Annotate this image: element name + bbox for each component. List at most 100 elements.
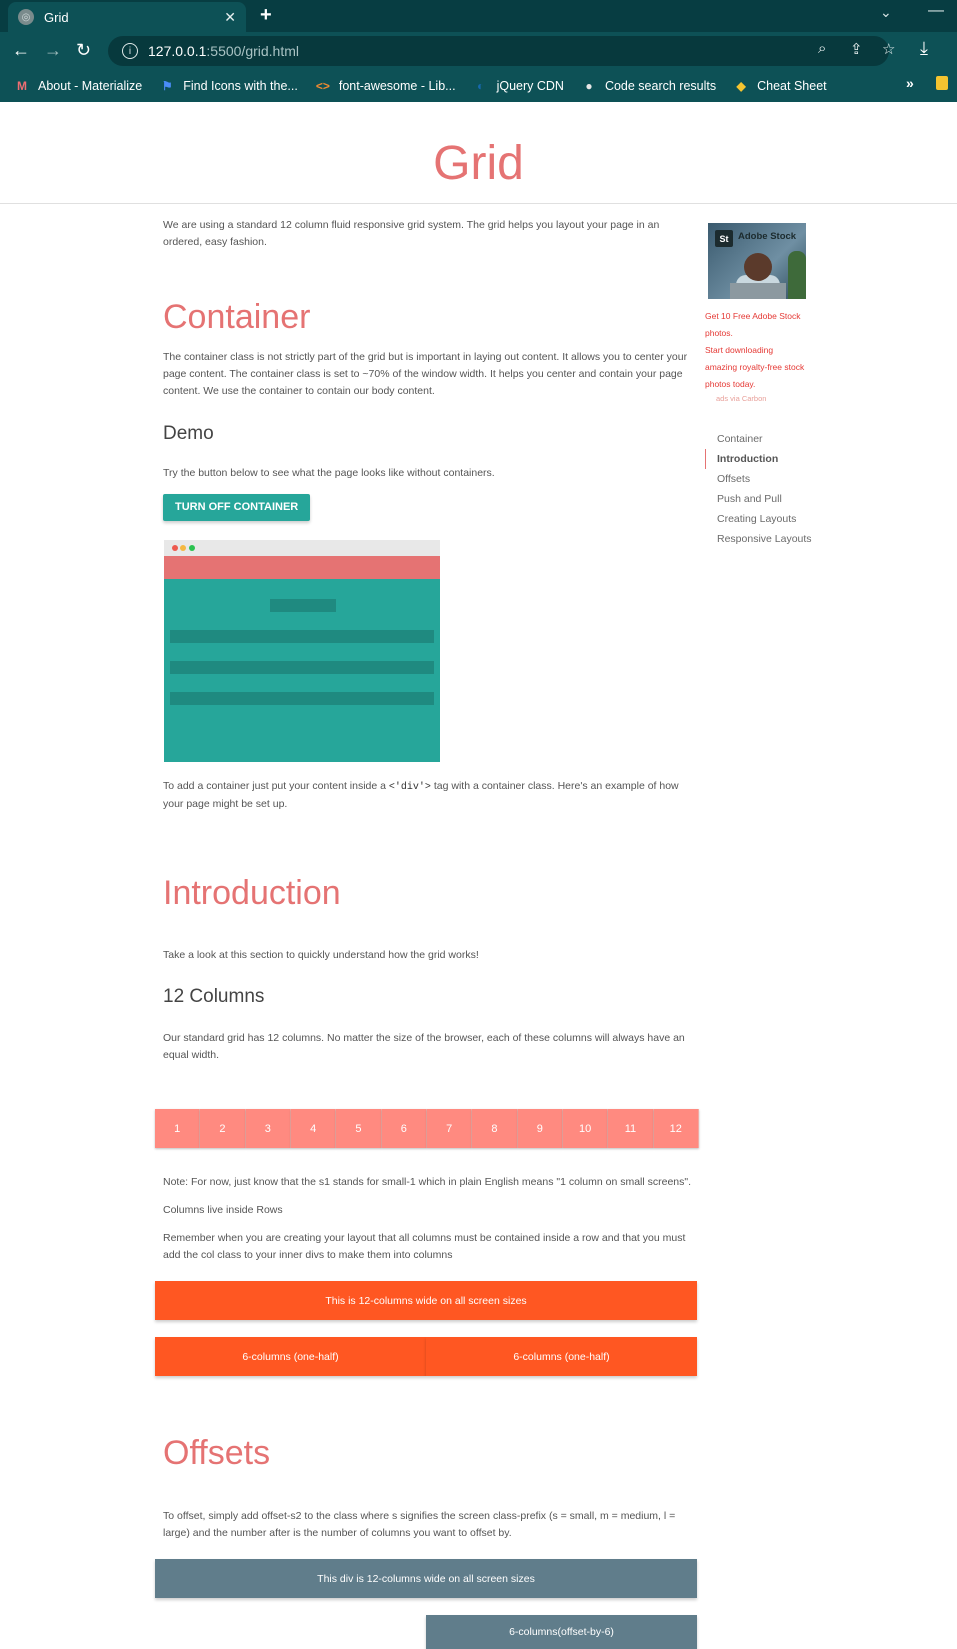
toc-item-offsets[interactable]: Offsets [705,469,812,489]
ad-line: amazing royalty-free stock [705,362,805,372]
ad-text[interactable]: Get 10 Free Adobe Stock photos. Start do… [705,308,817,393]
minimize-icon[interactable]: — [928,2,944,20]
materialize-icon: M [17,79,27,93]
window-dot-red [172,545,178,551]
rows-text: Remember when you are creating your layo… [163,1232,686,1261]
new-tab-button[interactable]: + [260,4,272,27]
toc-item-container[interactable]: Container [705,429,812,449]
star-icon[interactable]: ☆ [882,40,895,58]
rows-title: Columns live inside Rows [163,1204,283,1216]
container-heading: Container [163,298,311,336]
toc-item-push-pull[interactable]: Push and Pull [705,489,812,509]
adobe-stock-logo: St [715,230,733,247]
browser-chrome: ◎ Grid ✕ + ⌄ — ← → ↻ i 127.0.0.1:5500/gr… [0,0,957,102]
layout-illustration [164,540,440,762]
illustration-window-bar [164,540,440,556]
illustration-row [170,692,434,705]
more-bookmarks-icon[interactable]: » [906,75,914,91]
toc-item-introduction[interactable]: Introduction [705,449,812,469]
ad-line: Get 10 Free Adobe Stock [705,311,801,321]
jquery-icon: ◐ [476,79,485,93]
twelve-columns-heading: 12 Columns [163,986,265,1007]
half-column-right: 6-columns (one-half) [426,1337,697,1376]
grid-column: 6 [381,1109,427,1148]
tab-title: Grid [44,9,69,25]
grid-column: 8 [472,1109,518,1148]
bookmark-label: font-awesome - Lib... [338,79,456,93]
ad-line: photos today. [705,379,756,389]
bookmark-label: Cheat Sheet [757,79,827,93]
bookmark-materialize[interactable]: M About - Materialize [14,78,142,94]
code-icon: <> [315,79,330,93]
address-bar[interactable]: i 127.0.0.1:5500/grid.html [108,36,889,66]
tab-strip: ◎ Grid ✕ + ⌄ — [0,0,957,32]
offset-half-column: 6-columns(offset-by-6) [426,1615,697,1649]
bookmark-label: jQuery CDN [496,79,564,93]
close-icon[interactable]: ✕ [224,9,236,26]
window-dot-yellow [180,545,186,551]
globe-icon: ◎ [18,9,34,25]
turn-off-container-button[interactable]: TURN OFF CONTAINER [163,494,311,521]
ad-line: photos. [705,328,733,338]
grid-column: 5 [336,1109,382,1148]
bookmarks-bar: M About - Materialize ⚑ Find Icons with … [0,70,957,102]
reload-icon[interactable]: ↻ [76,40,91,60]
container-text: The container class is not strictly part… [163,351,688,397]
zoom-icon[interactable]: ⌕ [818,40,826,57]
toc-item-creating-layouts[interactable]: Creating Layouts [705,509,812,529]
introduction-heading: Introduction [163,874,341,912]
bookmark-font-awesome[interactable]: <> font-awesome - Lib... [315,78,456,94]
ad-line: Start downloading [705,345,774,355]
illustration-row [170,661,434,674]
share-icon[interactable]: ⇪ [850,40,863,58]
window-dot-green [189,545,195,551]
grid-column: 11 [608,1109,654,1148]
folder-icon[interactable] [936,76,948,90]
illustration-row [170,630,434,643]
grid-column: 7 [426,1109,473,1148]
grid-column: 10 [562,1109,609,1148]
url-host: 127.0.0.1 [148,43,207,59]
bookmark-code-search[interactable]: ● Code search results [581,78,716,94]
tab-grid[interactable]: ◎ Grid ✕ [8,2,246,32]
cheat-sheet-icon: ◆ [736,79,746,93]
plant-shape [788,251,806,299]
bookmark-jquery[interactable]: ◐ jQuery CDN [473,78,564,94]
info-icon[interactable]: i [122,43,138,59]
toc-item-responsive-layouts[interactable]: Responsive Layouts [705,529,812,549]
twelve-column-grid: 1 2 3 4 5 6 7 8 9 10 11 12 [155,1109,699,1148]
bookmark-label: Find Icons with the... [183,79,298,93]
div-code: <'div'> [388,782,431,793]
page-title: Grid [433,137,524,190]
half-column-left: 6-columns (one-half) [155,1337,426,1376]
grid-column: 2 [200,1109,246,1148]
demo-heading: Demo [163,423,214,444]
offset-full-column: This div is 12-columns wide on all scree… [155,1559,697,1598]
forward-icon[interactable]: → [44,40,62,60]
grid-column: 12 [653,1109,699,1148]
back-icon[interactable]: ← [12,40,30,60]
full-width-column: This is 12-columns wide on all screen si… [155,1281,697,1320]
github-icon: ● [585,79,593,93]
chevron-down-icon[interactable]: ⌄ [880,4,892,21]
offsets-text: To offset, simply add offset-s2 to the c… [163,1510,676,1539]
grid-column: 9 [517,1109,563,1148]
person-head-shape [744,253,772,281]
toolbar: ← → ↻ i 127.0.0.1:5500/grid.html ⌕ ⇪ ☆ [0,32,957,70]
demo-text: Try the button below to see what the pag… [163,467,495,479]
grid-column: 1 [155,1109,201,1148]
twelve-columns-text: Our standard grid has 12 columns. No mat… [163,1032,685,1061]
introduction-text: Take a look at this section to quickly u… [163,949,479,961]
adobe-stock-brand: Adobe Stock [738,231,797,242]
flag-icon: ⚑ [161,79,173,93]
container-usage-text: To add a container just put your content… [163,780,679,810]
ad-image[interactable]: St Adobe Stock [708,223,806,299]
illustration-navbar [164,556,440,579]
ad-via-link[interactable]: ads via Carbon [716,394,766,403]
bookmark-find-icons[interactable]: ⚑ Find Icons with the... [159,78,298,94]
download-icon[interactable]: ⤓ [920,38,928,59]
laptop-shape [730,283,786,299]
bookmark-label: Code search results [604,79,717,93]
bookmark-cheat-sheet[interactable]: ◆ Cheat Sheet [733,78,827,94]
grid-column: 4 [290,1109,337,1148]
